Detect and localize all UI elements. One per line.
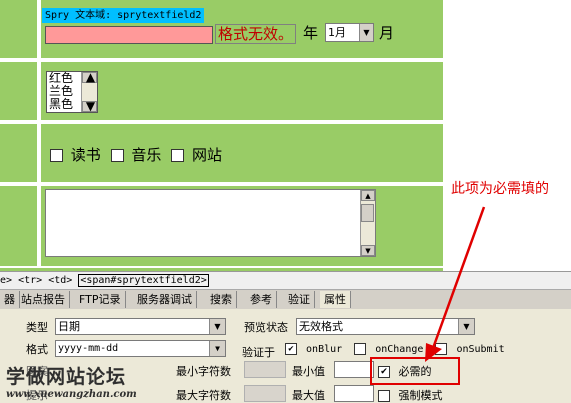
- required-highlight-box: [370, 357, 460, 385]
- annotation-arrow-line: [430, 206, 486, 352]
- watermark-title: 学做网站论坛: [6, 366, 127, 388]
- watermark: 学做网站论坛 www.xuewangzhan.com: [6, 362, 137, 400]
- watermark-url: www.xuewangzhan.com: [6, 389, 137, 400]
- annotation-arrowhead: [425, 343, 442, 362]
- annotation-overlay: [370, 206, 486, 385]
